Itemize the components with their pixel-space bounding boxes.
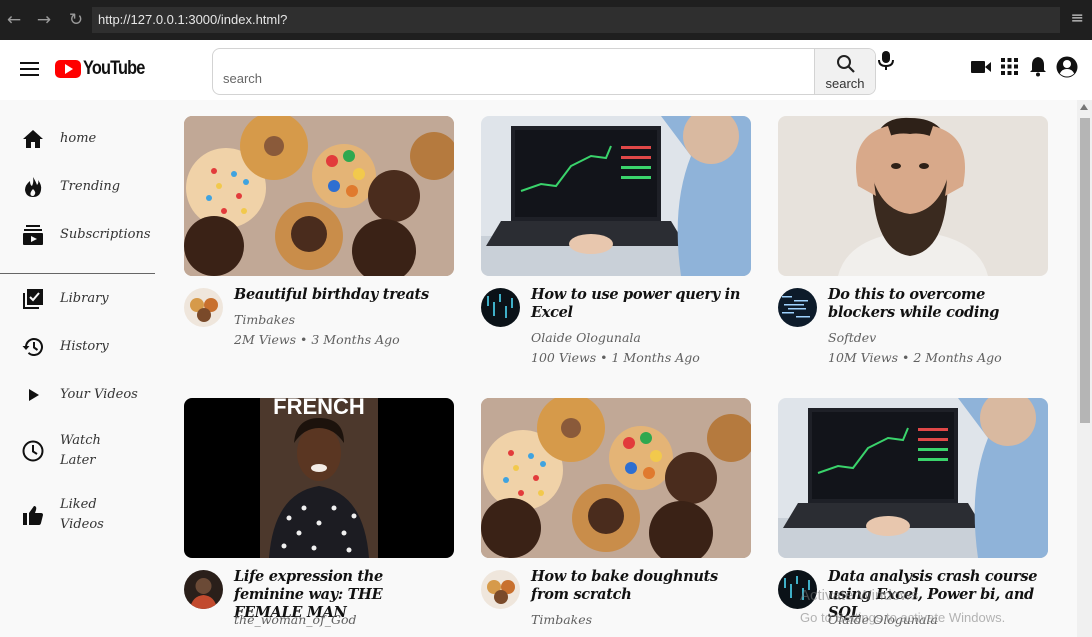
sidebar-item-liked-videos[interactable]: Liked Videos <box>0 494 155 536</box>
upload-age: 3 Months Ago <box>311 332 400 347</box>
watermark-line-2: Go to Settings to activate Windows. <box>800 610 1006 625</box>
search-button[interactable]: search <box>814 49 875 94</box>
channel-name[interactable]: the_woman_of_God <box>234 612 356 627</box>
video-meta: 10M Views • 2 Months Ago <box>828 350 1002 365</box>
video-title[interactable]: How to bake doughnuts from scratch <box>531 568 751 604</box>
channel-avatar[interactable] <box>481 288 520 327</box>
scrollbar-thumb[interactable] <box>1080 118 1090 423</box>
video-meta: 100 Views • 1 Months Ago <box>531 350 700 365</box>
video-title[interactable]: Beautiful birthday treats <box>234 286 454 304</box>
logo-text: YouTube <box>83 58 145 79</box>
channel-name[interactable]: Olaide Ologunala <box>531 330 641 345</box>
sidebar-item-label: Trending <box>60 179 121 194</box>
search-bar: search <box>212 48 876 95</box>
subscriptions-icon <box>23 225 43 245</box>
sidebar-item-watch-later[interactable]: Watch Later <box>0 430 155 472</box>
sidebar-item-your-videos[interactable]: Your Videos <box>0 384 155 406</box>
history-icon <box>22 338 43 356</box>
reload-icon[interactable]: ↻ <box>64 8 88 32</box>
woman-thumbnail-image: FRENCH <box>184 398 454 558</box>
sidebar-item-history[interactable]: History <box>0 336 155 358</box>
view-count: 100 Views <box>531 350 597 365</box>
laptop-thumbnail-image <box>778 398 1048 558</box>
thumbs-up-icon <box>23 506 43 525</box>
watermark-line-1: Activate Windows <box>800 587 919 604</box>
laptop-thumbnail-image <box>481 116 751 276</box>
search-input[interactable] <box>213 49 813 94</box>
channel-avatar[interactable] <box>184 570 223 609</box>
thumbnail-overlay-text: FRENCH <box>273 398 365 419</box>
video-card[interactable]: How to use power query in Excel Olaide O… <box>481 116 751 376</box>
library-icon <box>23 289 43 309</box>
channel-avatar[interactable] <box>481 570 520 609</box>
video-camera-icon[interactable] <box>970 59 992 75</box>
video-card[interactable]: How to bake doughnuts from scratch Timba… <box>481 398 751 637</box>
channel-avatar[interactable] <box>778 288 817 327</box>
youtube-logo[interactable]: YouTube <box>55 58 154 80</box>
video-card[interactable]: Beautiful birthday treats Timbakes 2M Vi… <box>184 116 454 356</box>
video-meta: 2M Views • 3 Months Ago <box>234 332 400 347</box>
home-icon <box>23 130 43 148</box>
video-card[interactable]: Do this to overcome blockers while codin… <box>778 116 1048 376</box>
stressed-developer-thumbnail-image <box>778 116 1048 276</box>
donuts-thumbnail-image <box>481 398 751 558</box>
address-bar[interactable]: http://127.0.0.1:3000/index.html? <box>92 7 1060 33</box>
browser-menu-icon[interactable]: ≡ <box>1071 8 1084 27</box>
sidebar-item-library[interactable]: Library <box>0 288 155 310</box>
back-icon[interactable]: ← <box>2 8 26 32</box>
play-icon <box>29 389 39 401</box>
sidebar-item-label: Library <box>60 291 109 306</box>
video-thumbnail[interactable] <box>184 116 454 276</box>
channel-name[interactable]: Timbakes <box>234 312 295 327</box>
donuts-thumbnail-image <box>184 116 454 276</box>
page-scrollbar[interactable] <box>1077 100 1092 637</box>
video-thumbnail[interactable] <box>778 116 1048 276</box>
upload-age: 2 Months Ago <box>913 350 1002 365</box>
upload-age: 1 Months Ago <box>611 350 700 365</box>
video-thumbnail[interactable] <box>778 398 1048 558</box>
video-title[interactable]: Do this to overcome blockers while codin… <box>828 286 1048 322</box>
video-card[interactable]: FRENCH Life expression the feminine way:… <box>184 398 454 637</box>
apps-grid-icon[interactable] <box>1001 58 1018 75</box>
site-header: YouTube search <box>0 40 1092 100</box>
search-icon <box>837 55 855 73</box>
sidebar-item-trending[interactable]: Trending <box>0 176 155 198</box>
search-button-label: search <box>825 76 865 91</box>
sidebar-item-label: Subscriptions <box>60 227 151 242</box>
sidebar-item-label: home <box>60 131 97 146</box>
sidebar-item-label: Your Videos <box>60 387 138 402</box>
sidebar-item-label: History <box>60 339 109 354</box>
sidebar-item-subscriptions[interactable]: Subscriptions <box>0 224 155 246</box>
notification-bell-icon[interactable] <box>1029 56 1047 77</box>
sidebar-divider <box>0 273 155 274</box>
account-avatar-icon[interactable] <box>1056 56 1078 78</box>
microphone-icon[interactable] <box>877 50 895 72</box>
channel-name[interactable]: Timbakes <box>531 612 592 627</box>
fire-icon <box>25 177 42 197</box>
sidebar-item-label: Watch Later <box>60 433 101 468</box>
video-thumbnail[interactable] <box>481 116 751 276</box>
scroll-up-icon[interactable] <box>1080 104 1088 110</box>
view-count: 2M Views <box>234 332 297 347</box>
video-thumbnail[interactable]: FRENCH <box>184 398 454 558</box>
sidebar-item-label: Liked Videos <box>60 497 104 532</box>
video-title[interactable]: How to use power query in Excel <box>531 286 751 322</box>
video-thumbnail[interactable] <box>481 398 751 558</box>
windows-activation-watermark: Activate Windows Go to Settings to activ… <box>800 585 1005 629</box>
sidebar-item-home[interactable]: home <box>0 128 155 150</box>
view-count: 10M Views <box>828 350 898 365</box>
forward-icon[interactable]: → <box>32 8 56 32</box>
hamburger-menu-icon[interactable] <box>20 62 39 77</box>
channel-avatar[interactable] <box>184 288 223 327</box>
youtube-play-icon <box>55 60 81 78</box>
sidebar: home Trending Subscriptions Library Hist… <box>0 100 155 637</box>
channel-name[interactable]: Softdev <box>828 330 876 345</box>
clock-icon <box>22 440 44 462</box>
browser-toolbar: ← → ↻ http://127.0.0.1:3000/index.html? … <box>0 0 1092 40</box>
